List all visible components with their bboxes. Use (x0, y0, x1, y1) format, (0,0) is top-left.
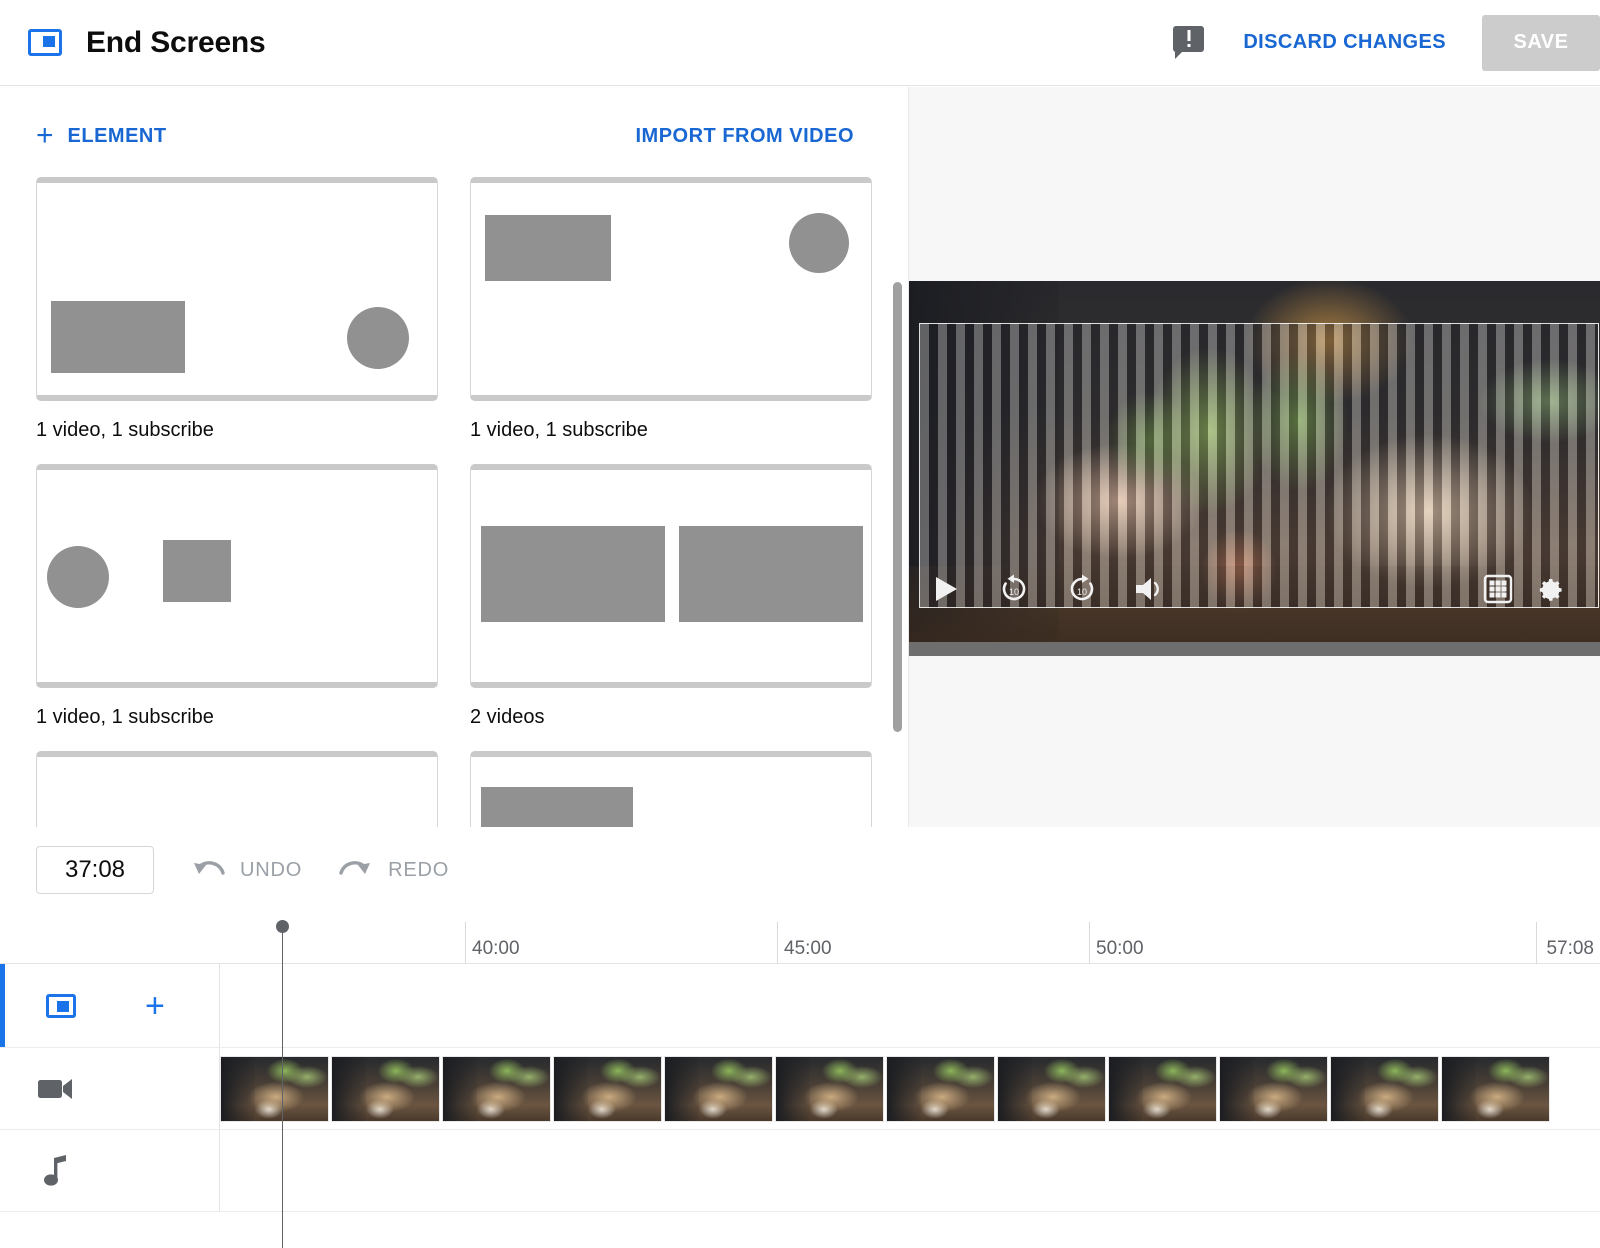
track-header (0, 1130, 220, 1211)
template-label: 1 video, 1 subscribe (36, 419, 214, 441)
redo-label: REDO (388, 858, 450, 881)
filmstrip-frame (553, 1056, 662, 1122)
template-card[interactable]: 1 video, 1 subscribe (36, 464, 438, 729)
video-player[interactable]: 10 10 (909, 281, 1600, 656)
filmstrip-frame (1441, 1056, 1550, 1122)
timeline-ruler[interactable]: 40:00 45:00 50:00 57:08 (0, 912, 1600, 964)
videocam-icon (28, 1076, 84, 1102)
undo-label: UNDO (240, 858, 303, 881)
player-controls-right (1479, 570, 1583, 608)
timeline-toolbar: UNDO REDO (0, 828, 1600, 912)
svg-text:10: 10 (1077, 587, 1087, 597)
header-actions: DISCARD CHANGES SAVE (1173, 0, 1600, 85)
end-screens-editor: End Screens DISCARD CHANGES SAVE + ELEME… (0, 0, 1600, 1248)
timeline-tracks: + (0, 964, 1600, 1248)
subscribe-placeholder-shape (789, 213, 849, 273)
video-track[interactable] (0, 1048, 1600, 1130)
redo-icon (339, 861, 371, 875)
audio-track[interactable] (0, 1130, 1600, 1212)
app-header: End Screens DISCARD CHANGES SAVE (0, 0, 1600, 86)
filmstrip-frame (664, 1056, 773, 1122)
filmstrip-frame (1108, 1056, 1217, 1122)
subscribe-placeholder-shape (347, 307, 409, 369)
filmstrip-frame (997, 1056, 1106, 1122)
gear-icon[interactable] (1531, 570, 1569, 608)
play-icon[interactable] (927, 570, 965, 608)
track-header: + (0, 964, 220, 1047)
video-placeholder-shape (163, 540, 231, 602)
template-card[interactable] (470, 751, 872, 827)
ruler-tick: 40:00 (465, 922, 520, 964)
template-label: 1 video, 1 subscribe (36, 706, 214, 728)
end-screen-icon (33, 993, 89, 1018)
redo-button[interactable]: REDO (338, 857, 449, 883)
plus-icon: + (36, 119, 54, 152)
filmstrip-frame (1330, 1056, 1439, 1122)
template-preview[interactable] (470, 751, 872, 827)
page-title: End Screens (86, 25, 266, 59)
save-button[interactable]: SAVE (1482, 14, 1600, 71)
template-preview[interactable] (36, 751, 438, 827)
ruler-tick-label: 57:08 (1546, 938, 1594, 959)
discard-changes-button[interactable]: DISCARD CHANGES (1243, 31, 1446, 54)
subscribe-placeholder-shape (47, 546, 109, 608)
filmstrip-frame (220, 1056, 329, 1122)
video-placeholder-shape (481, 787, 633, 827)
forward-10-icon[interactable]: 10 (1063, 570, 1101, 608)
video-placeholder-shape (485, 215, 611, 281)
template-panel: + ELEMENT IMPORT FROM VIDEO 1 video, 1 s… (0, 87, 908, 827)
ruler-tick: 45:00 (777, 922, 832, 964)
filmstrip-frame (331, 1056, 440, 1122)
add-element-label: ELEMENT (67, 124, 167, 147)
video-preview-panel: 10 10 (908, 87, 1600, 827)
template-grid: 1 video, 1 subscribe 1 video, 1 subscrib… (0, 151, 908, 827)
template-preview[interactable] (36, 464, 438, 688)
video-placeholder-shape (51, 301, 185, 373)
ruler-tick-label: 40:00 (472, 938, 520, 959)
filmstrip-frame (1219, 1056, 1328, 1122)
grid-icon[interactable] (1479, 570, 1517, 608)
undo-icon (194, 861, 225, 875)
ruler-tick: 50:00 (1089, 922, 1144, 964)
end-screen-icon (26, 24, 64, 62)
video-filmstrip[interactable] (220, 1056, 1552, 1122)
video-placeholder-shape (679, 526, 863, 622)
ruler-tick-label: 50:00 (1096, 938, 1144, 959)
ruler-tick-label: 45:00 (784, 938, 832, 959)
template-card[interactable]: 1 video, 1 subscribe (36, 177, 438, 442)
template-preview[interactable] (470, 464, 872, 688)
track-header (0, 1048, 220, 1129)
add-element-button[interactable]: + ELEMENT (36, 121, 167, 151)
template-label: 1 video, 1 subscribe (470, 419, 648, 441)
panel-scrollbar[interactable] (893, 282, 902, 732)
video-placeholder-shape (481, 526, 665, 622)
template-preview[interactable] (470, 177, 872, 401)
music-note-icon (28, 1154, 84, 1188)
svg-text:10: 10 (1009, 587, 1019, 597)
ruler-tick-end: 57:08 (1536, 922, 1600, 964)
panel-actions: + ELEMENT IMPORT FROM VIDEO (0, 87, 908, 151)
current-time-input[interactable] (36, 846, 154, 894)
end-screen-track[interactable]: + (0, 964, 1600, 1048)
template-card[interactable]: 1 video, 1 subscribe (470, 177, 872, 442)
video-scrubber[interactable] (909, 642, 1600, 656)
undo-button[interactable]: UNDO (190, 857, 302, 883)
timeline-playhead[interactable] (276, 920, 289, 1248)
filmstrip-frame (442, 1056, 551, 1122)
template-card[interactable]: 2 videos (470, 464, 872, 729)
feedback-icon[interactable] (1173, 25, 1207, 60)
template-preview[interactable] (36, 177, 438, 401)
template-card[interactable] (36, 751, 438, 827)
volume-icon[interactable] (1131, 570, 1169, 608)
player-controls: 10 10 (909, 561, 1600, 617)
replay-10-icon[interactable]: 10 (995, 570, 1033, 608)
add-end-screen-button[interactable]: + (145, 989, 165, 1023)
template-label: 2 videos (470, 706, 545, 728)
import-from-video-button[interactable]: IMPORT FROM VIDEO (636, 125, 855, 148)
filmstrip-frame (775, 1056, 884, 1122)
filmstrip-frame (886, 1056, 995, 1122)
